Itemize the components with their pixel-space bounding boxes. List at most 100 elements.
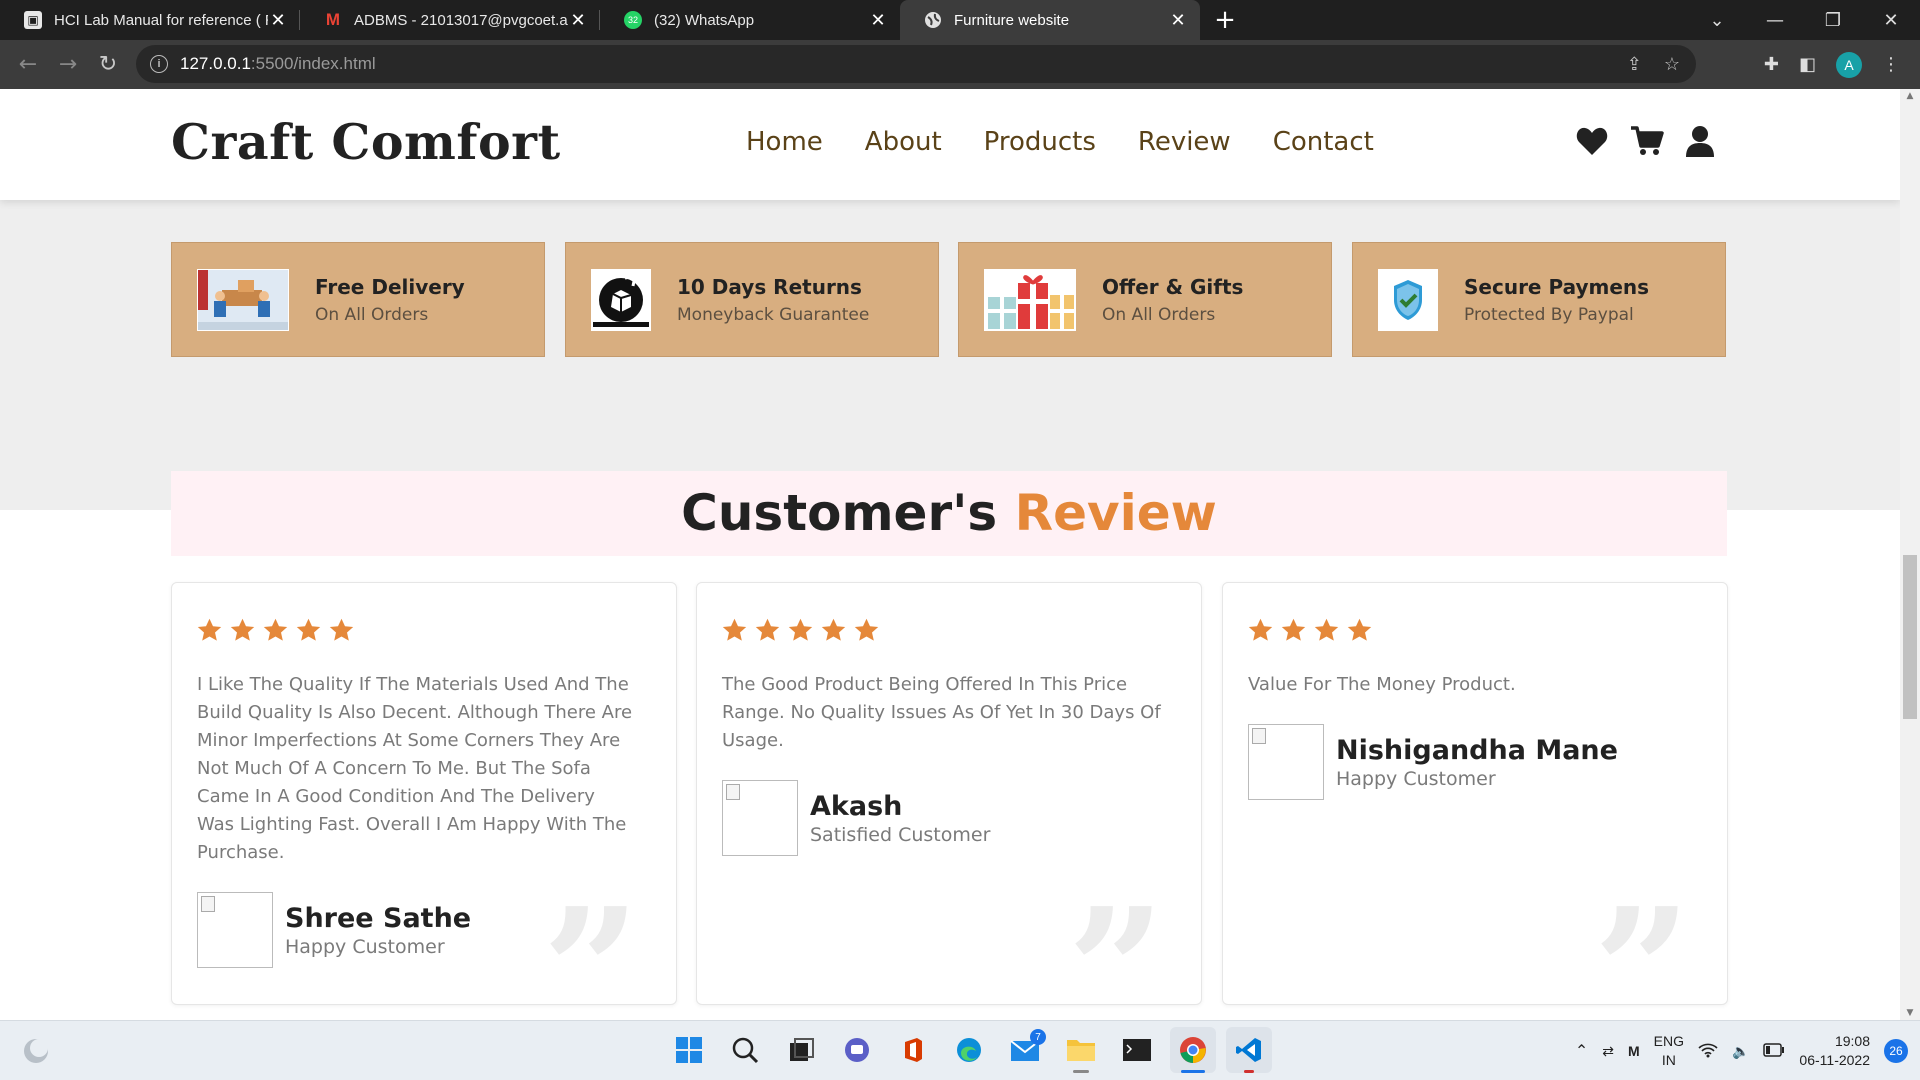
- reviewer-role: Satisfied Customer: [810, 823, 991, 846]
- battery-icon[interactable]: [1763, 1042, 1785, 1060]
- close-window-icon[interactable]: ✕: [1862, 0, 1920, 40]
- review-heading-accent: Review: [1014, 484, 1217, 542]
- gmail-icon: M: [325, 10, 341, 29]
- language-indicator[interactable]: ENG IN: [1654, 1032, 1684, 1070]
- task-view-icon[interactable]: [778, 1027, 824, 1073]
- scroll-up-arrow-icon[interactable]: ▲: [1900, 91, 1920, 101]
- site-logo[interactable]: Craft Comfort: [171, 113, 561, 171]
- tab-furniture-website[interactable]: Furniture website ✕: [900, 0, 1200, 40]
- feature-subtitle: On All Orders: [1102, 304, 1216, 325]
- star-icon: [197, 618, 222, 641]
- side-panel-icon[interactable]: ◧: [1799, 54, 1816, 75]
- gmail-tray-icon[interactable]: M: [1628, 1043, 1640, 1059]
- chrome-icon[interactable]: [1170, 1027, 1216, 1073]
- heart-icon[interactable]: [1576, 126, 1608, 160]
- edge-icon[interactable]: [946, 1027, 992, 1073]
- search-icon[interactable]: [722, 1027, 768, 1073]
- browser-menu-icon[interactable]: ⋮: [1882, 54, 1900, 75]
- nav-about[interactable]: About: [865, 127, 942, 157]
- restore-icon[interactable]: ❐: [1804, 0, 1862, 40]
- tab-gmail[interactable]: M ADBMS - 21013017@pvgcoet.ac ✕: [300, 0, 600, 40]
- windows-taskbar: 7 ⌃ ⇄ M ENG IN 🔈 19:08 06-11-2022 26: [0, 1020, 1920, 1080]
- reviewer-name: Shree Sathe: [285, 902, 472, 934]
- star-icon: [854, 618, 879, 641]
- review-heading: Customer's Review: [171, 471, 1727, 556]
- vscode-icon[interactable]: [1226, 1027, 1272, 1073]
- lang-line-2: IN: [1661, 1052, 1676, 1068]
- review-card: I Like The Quality If The Materials Used…: [171, 582, 677, 1020]
- tab-whatsapp[interactable]: 32 (32) WhatsApp ✕: [600, 0, 900, 40]
- profile-avatar[interactable]: A: [1836, 51, 1862, 78]
- feature-subtitle: Protected By Paypal: [1464, 304, 1634, 325]
- notification-badge[interactable]: 26: [1884, 1039, 1908, 1063]
- features-section: Free Delivery On All Orders 10 Days Retu…: [0, 200, 1900, 510]
- close-tab-icon[interactable]: ✕: [1168, 10, 1188, 31]
- back-icon[interactable]: ←: [8, 52, 48, 77]
- reviewer-name: Akash: [810, 790, 903, 822]
- mail-badge: 7: [1030, 1029, 1046, 1045]
- reviewer-avatar: [197, 892, 273, 968]
- star-icon: [1281, 618, 1306, 641]
- network-settings-icon[interactable]: ⇄: [1602, 1043, 1614, 1060]
- main-nav: Home About Products Review Contact: [746, 127, 1374, 157]
- address-bar[interactable]: i 127.0.0.1:5500/index.html ⇪ ☆: [136, 45, 1696, 83]
- feature-title: Secure Paymens: [1464, 274, 1650, 299]
- reviewer-avatar: [1248, 724, 1324, 800]
- nav-home[interactable]: Home: [746, 127, 823, 157]
- reload-icon[interactable]: ↻: [88, 52, 128, 77]
- clock-date: 06-11-2022: [1799, 1052, 1870, 1068]
- scrollbar-thumb[interactable]: [1903, 555, 1917, 719]
- chevron-up-icon[interactable]: ⌃: [1575, 1041, 1588, 1061]
- review-text: Value For The Money Product.: [1248, 674, 1516, 695]
- office-icon[interactable]: [890, 1027, 936, 1073]
- window-controls: ⌄ — ❐ ✕: [1688, 0, 1920, 40]
- nav-products[interactable]: Products: [984, 127, 1096, 157]
- close-tab-icon[interactable]: ✕: [268, 10, 288, 31]
- feature-card: Free Delivery On All Orders: [171, 242, 545, 357]
- clock[interactable]: 19:08 06-11-2022: [1799, 1032, 1870, 1070]
- mail-icon[interactable]: 7: [1002, 1027, 1048, 1073]
- globe-icon: [924, 11, 942, 29]
- file-explorer-icon[interactable]: [1058, 1027, 1104, 1073]
- shield-image: [1378, 268, 1438, 331]
- close-tab-icon[interactable]: ✕: [568, 10, 588, 31]
- feature-card: Offer & Gifts On All Orders: [958, 242, 1332, 357]
- star-rating: [721, 617, 880, 644]
- nav-contact[interactable]: Contact: [1273, 127, 1374, 157]
- feature-title: 10 Days Returns: [677, 274, 862, 299]
- bookmark-star-icon[interactable]: ☆: [1664, 54, 1680, 75]
- new-tab-button[interactable]: +: [1200, 0, 1250, 40]
- forward-icon[interactable]: →: [48, 52, 88, 77]
- start-icon[interactable]: [666, 1027, 712, 1073]
- minimize-icon[interactable]: —: [1746, 0, 1804, 40]
- teams-icon[interactable]: [834, 1027, 880, 1073]
- review-heading-banner: Customer's Review: [171, 471, 1727, 556]
- extensions-icon[interactable]: ✚: [1764, 54, 1779, 75]
- nav-review[interactable]: Review: [1138, 127, 1231, 157]
- feature-title: Offer & Gifts: [1102, 274, 1244, 299]
- clock-time: 19:08: [1834, 1033, 1870, 1049]
- close-tab-icon[interactable]: ✕: [868, 10, 888, 31]
- reviewer: Akash Satisfied Customer: [722, 780, 990, 856]
- url-path: :5500/index.html: [250, 54, 376, 73]
- star-icon: [329, 618, 354, 641]
- tab-search-icon[interactable]: ⌄: [1688, 0, 1746, 40]
- weather-widget-icon[interactable]: [22, 1037, 50, 1069]
- star-icon: [755, 618, 780, 641]
- user-icon[interactable]: [1686, 125, 1714, 161]
- tab-hci-lab-manual[interactable]: ▣ HCI Lab Manual for reference ( R ✕: [0, 0, 300, 40]
- page-scrollbar[interactable]: ▲ ▼: [1900, 89, 1920, 1020]
- url-host: 127.0.0.1: [180, 54, 251, 73]
- share-icon[interactable]: ⇪: [1627, 54, 1642, 75]
- scroll-down-arrow-icon[interactable]: ▼: [1900, 1008, 1920, 1018]
- browser-toolbar: ← → ↻ i 127.0.0.1:5500/index.html ⇪ ☆ ✚ …: [0, 40, 1920, 89]
- wifi-icon[interactable]: [1698, 1042, 1718, 1061]
- terminal-icon[interactable]: [1114, 1027, 1160, 1073]
- whatsapp-icon: 32: [624, 11, 642, 29]
- star-icon: [821, 618, 846, 641]
- site-info-icon[interactable]: i: [150, 55, 168, 73]
- site-header: Craft Comfort Home About Products Review…: [0, 89, 1900, 200]
- volume-icon[interactable]: 🔈: [1732, 1043, 1749, 1060]
- cart-icon[interactable]: [1630, 125, 1664, 161]
- document-icon: ▣: [24, 11, 42, 29]
